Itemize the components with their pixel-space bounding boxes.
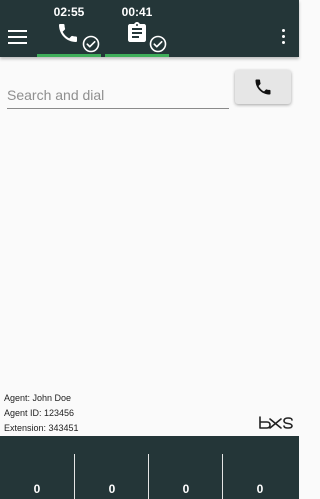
stat-value: 0 [108,482,116,496]
stat-value: 0 [256,482,264,496]
tab-active-call[interactable]: 02:55 [37,0,101,57]
phone-icon [255,79,271,95]
check-circle-icon [82,35,100,53]
stats-bar: 0 0 0 0 [0,436,299,499]
dial-button[interactable] [235,70,291,104]
stat-value: 0 [33,482,41,496]
hamburger-menu-icon[interactable] [8,29,28,45]
agent-name: Agent: John Doe [4,393,72,403]
tab-active-indicator [37,54,101,57]
clipboard-icon [128,22,146,42]
stat-value: 0 [182,482,190,496]
tab-task[interactable]: 00:41 [105,0,169,57]
tab-indicator [105,54,169,57]
agent-extension: Extension: 343451 [4,423,79,433]
phone-icon [59,24,77,42]
search-field [7,82,229,109]
stat-cell[interactable]: 0 [148,454,222,499]
top-app-bar: 02:55 00:41 [0,0,299,57]
stat-cell[interactable]: 0 [74,454,148,499]
brand-logo [259,416,293,429]
search-and-dial-input[interactable] [7,82,229,108]
stat-cell[interactable]: 0 [0,454,74,499]
call-timer: 02:55 [53,5,85,19]
stat-cell[interactable]: 0 [222,454,296,499]
task-timer: 00:41 [121,5,153,19]
more-vert-icon[interactable] [275,27,291,47]
agent-id: Agent ID: 123456 [4,408,75,418]
check-circle-icon [149,35,167,53]
agent-info: Agent: John Doe Agent ID: 123456 Extensi… [4,391,79,436]
